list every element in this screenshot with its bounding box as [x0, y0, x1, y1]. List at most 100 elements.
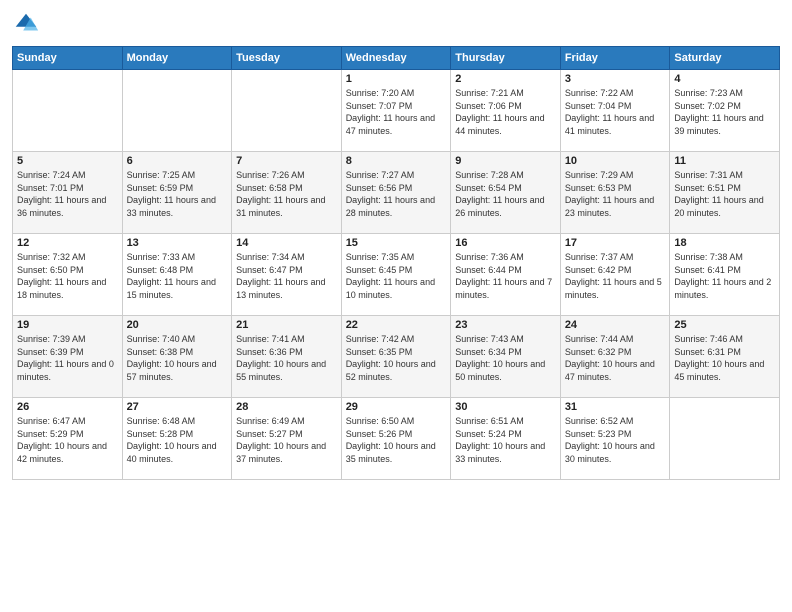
day-number: 3 — [565, 73, 666, 85]
day-info: Sunrise: 7:39 AM Sunset: 6:39 PM Dayligh… — [17, 333, 118, 383]
calendar-cell: 26 Sunrise: 6:47 AM Sunset: 5:29 PM Dayli… — [13, 398, 123, 480]
calendar-cell: 5 Sunrise: 7:24 AM Sunset: 7:01 PM Daylig… — [13, 152, 123, 234]
day-info: Sunrise: 7:32 AM Sunset: 6:50 PM Dayligh… — [17, 251, 118, 301]
calendar-cell: 11 Sunrise: 7:31 AM Sunset: 6:51 PM Dayli… — [670, 152, 780, 234]
day-info: Sunrise: 7:37 AM Sunset: 6:42 PM Dayligh… — [565, 251, 666, 301]
col-header-saturday: Saturday — [670, 47, 780, 70]
calendar-cell: 25 Sunrise: 7:46 AM Sunset: 6:31 PM Dayli… — [670, 316, 780, 398]
day-info: Sunrise: 7:20 AM Sunset: 7:07 PM Dayligh… — [346, 87, 447, 137]
calendar-cell: 6 Sunrise: 7:25 AM Sunset: 6:59 PM Daylig… — [122, 152, 232, 234]
day-number: 11 — [674, 155, 775, 167]
day-info: Sunrise: 7:23 AM Sunset: 7:02 PM Dayligh… — [674, 87, 775, 137]
calendar-cell: 8 Sunrise: 7:27 AM Sunset: 6:56 PM Daylig… — [341, 152, 451, 234]
calendar-cell: 23Sunrise: 7:43 AM Sunset: 6:34 PM Dayli… — [451, 316, 561, 398]
day-number: 22 — [346, 319, 447, 331]
calendar-cell: 7 Sunrise: 7:26 AM Sunset: 6:58 PM Daylig… — [232, 152, 342, 234]
logo-icon — [12, 10, 40, 38]
day-number: 30 — [455, 401, 556, 413]
calendar-cell: 15 Sunrise: 7:35 AM Sunset: 6:45 PM Dayli… — [341, 234, 451, 316]
calendar-cell: 31Sunrise: 6:52 AM Sunset: 5:23 PM Dayli… — [560, 398, 670, 480]
day-number: 2 — [455, 73, 556, 85]
day-info: Sunrise: 7:24 AM Sunset: 7:01 PM Dayligh… — [17, 169, 118, 219]
week-row-5: 26 Sunrise: 6:47 AM Sunset: 5:29 PM Dayli… — [13, 398, 780, 480]
day-info: Sunrise: 7:46 AM Sunset: 6:31 PM Dayligh… — [674, 333, 775, 383]
day-info: Sunrise: 7:42 AM Sunset: 6:35 PM Dayligh… — [346, 333, 447, 383]
col-header-sunday: Sunday — [13, 47, 123, 70]
calendar-cell: 19Sunrise: 7:39 AM Sunset: 6:39 PM Dayli… — [13, 316, 123, 398]
calendar-cell — [670, 398, 780, 480]
day-number: 8 — [346, 155, 447, 167]
day-number: 21 — [236, 319, 337, 331]
col-header-friday: Friday — [560, 47, 670, 70]
calendar-table: SundayMondayTuesdayWednesdayThursdayFrid… — [12, 46, 780, 480]
day-number: 14 — [236, 237, 337, 249]
day-number: 20 — [127, 319, 228, 331]
day-info: Sunrise: 7:31 AM Sunset: 6:51 PM Dayligh… — [674, 169, 775, 219]
day-info: Sunrise: 6:51 AM Sunset: 5:24 PM Dayligh… — [455, 415, 556, 465]
day-number: 5 — [17, 155, 118, 167]
week-row-4: 19Sunrise: 7:39 AM Sunset: 6:39 PM Dayli… — [13, 316, 780, 398]
day-number: 7 — [236, 155, 337, 167]
calendar-cell — [232, 70, 342, 152]
day-number: 31 — [565, 401, 666, 413]
day-number: 29 — [346, 401, 447, 413]
day-info: Sunrise: 6:48 AM Sunset: 5:28 PM Dayligh… — [127, 415, 228, 465]
calendar-cell: 18 Sunrise: 7:38 AM Sunset: 6:41 PM Dayli… — [670, 234, 780, 316]
day-number: 26 — [17, 401, 118, 413]
day-number: 23 — [455, 319, 556, 331]
day-number: 6 — [127, 155, 228, 167]
col-header-monday: Monday — [122, 47, 232, 70]
day-info: Sunrise: 7:41 AM Sunset: 6:36 PM Dayligh… — [236, 333, 337, 383]
col-header-wednesday: Wednesday — [341, 47, 451, 70]
day-number: 12 — [17, 237, 118, 249]
day-info: Sunrise: 7:38 AM Sunset: 6:41 PM Dayligh… — [674, 251, 775, 301]
calendar-cell: 30 Sunrise: 6:51 AM Sunset: 5:24 PM Dayli… — [451, 398, 561, 480]
day-number: 27 — [127, 401, 228, 413]
week-row-2: 5 Sunrise: 7:24 AM Sunset: 7:01 PM Daylig… — [13, 152, 780, 234]
day-info: Sunrise: 7:44 AM Sunset: 6:32 PM Dayligh… — [565, 333, 666, 383]
day-info: Sunrise: 7:26 AM Sunset: 6:58 PM Dayligh… — [236, 169, 337, 219]
day-info: Sunrise: 7:40 AM Sunset: 6:38 PM Dayligh… — [127, 333, 228, 383]
day-number: 10 — [565, 155, 666, 167]
day-info: Sunrise: 7:27 AM Sunset: 6:56 PM Dayligh… — [346, 169, 447, 219]
day-number: 4 — [674, 73, 775, 85]
calendar-cell: 20 Sunrise: 7:40 AM Sunset: 6:38 PM Dayli… — [122, 316, 232, 398]
day-info: Sunrise: 6:47 AM Sunset: 5:29 PM Dayligh… — [17, 415, 118, 465]
header — [12, 10, 780, 38]
calendar-cell: 1 Sunrise: 7:20 AM Sunset: 7:07 PM Daylig… — [341, 70, 451, 152]
day-number: 15 — [346, 237, 447, 249]
day-info: Sunrise: 7:29 AM Sunset: 6:53 PM Dayligh… — [565, 169, 666, 219]
calendar-cell: 22 Sunrise: 7:42 AM Sunset: 6:35 PM Dayli… — [341, 316, 451, 398]
calendar-container: SundayMondayTuesdayWednesdayThursdayFrid… — [0, 0, 792, 612]
day-number: 25 — [674, 319, 775, 331]
day-info: Sunrise: 7:33 AM Sunset: 6:48 PM Dayligh… — [127, 251, 228, 301]
week-row-1: 1 Sunrise: 7:20 AM Sunset: 7:07 PM Daylig… — [13, 70, 780, 152]
calendar-cell: 13Sunrise: 7:33 AM Sunset: 6:48 PM Dayli… — [122, 234, 232, 316]
calendar-cell: 3Sunrise: 7:22 AM Sunset: 7:04 PM Daylig… — [560, 70, 670, 152]
calendar-cell: 2 Sunrise: 7:21 AM Sunset: 7:06 PM Daylig… — [451, 70, 561, 152]
day-info: Sunrise: 7:25 AM Sunset: 6:59 PM Dayligh… — [127, 169, 228, 219]
day-number: 1 — [346, 73, 447, 85]
day-info: Sunrise: 7:35 AM Sunset: 6:45 PM Dayligh… — [346, 251, 447, 301]
calendar-cell: 14 Sunrise: 7:34 AM Sunset: 6:47 PM Dayli… — [232, 234, 342, 316]
day-info: Sunrise: 7:28 AM Sunset: 6:54 PM Dayligh… — [455, 169, 556, 219]
col-header-thursday: Thursday — [451, 47, 561, 70]
day-info: Sunrise: 7:34 AM Sunset: 6:47 PM Dayligh… — [236, 251, 337, 301]
calendar-cell: 24 Sunrise: 7:44 AM Sunset: 6:32 PM Dayli… — [560, 316, 670, 398]
day-number: 24 — [565, 319, 666, 331]
day-number: 18 — [674, 237, 775, 249]
day-info: Sunrise: 6:49 AM Sunset: 5:27 PM Dayligh… — [236, 415, 337, 465]
day-number: 16 — [455, 237, 556, 249]
day-info: Sunrise: 7:36 AM Sunset: 6:44 PM Dayligh… — [455, 251, 556, 301]
logo — [12, 10, 44, 38]
calendar-cell: 29 Sunrise: 6:50 AM Sunset: 5:26 PM Dayli… — [341, 398, 451, 480]
calendar-cell: 10 Sunrise: 7:29 AM Sunset: 6:53 PM Dayli… — [560, 152, 670, 234]
calendar-cell: 4 Sunrise: 7:23 AM Sunset: 7:02 PM Daylig… — [670, 70, 780, 152]
day-info: Sunrise: 7:21 AM Sunset: 7:06 PM Dayligh… — [455, 87, 556, 137]
calendar-cell: 28Sunrise: 6:49 AM Sunset: 5:27 PM Dayli… — [232, 398, 342, 480]
calendar-cell: 9 Sunrise: 7:28 AM Sunset: 6:54 PM Daylig… — [451, 152, 561, 234]
day-number: 9 — [455, 155, 556, 167]
day-info: Sunrise: 6:50 AM Sunset: 5:26 PM Dayligh… — [346, 415, 447, 465]
calendar-cell: 17Sunrise: 7:37 AM Sunset: 6:42 PM Dayli… — [560, 234, 670, 316]
calendar-cell: 21 Sunrise: 7:41 AM Sunset: 6:36 PM Dayli… — [232, 316, 342, 398]
